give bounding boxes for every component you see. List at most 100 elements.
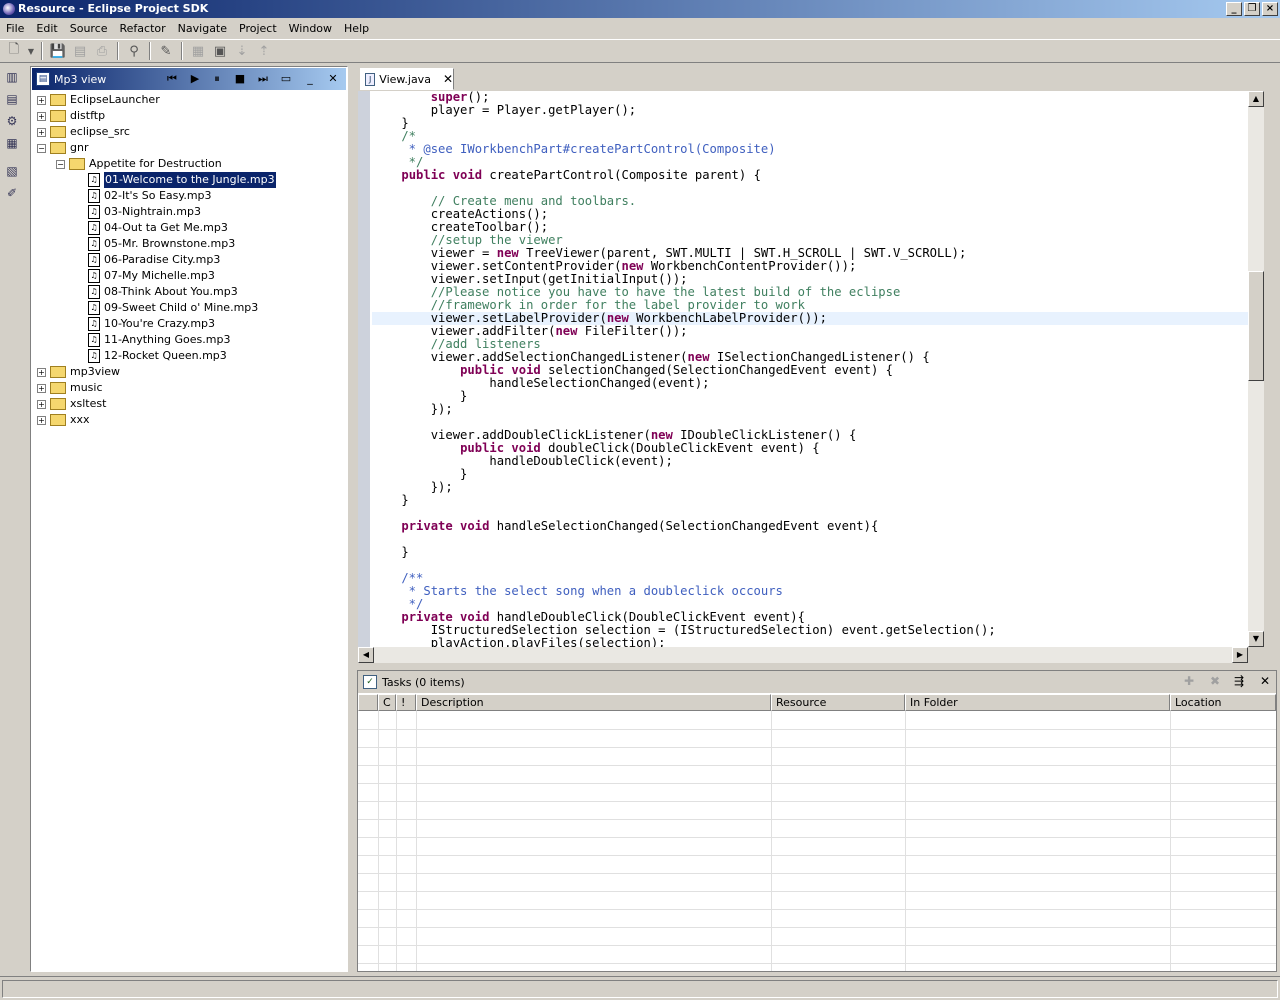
editor-horizontal-scrollbar[interactable]: ◀ ▶ [358,647,1248,663]
search-icon[interactable]: ⚲ [124,41,144,61]
tree-file-item[interactable]: ♫ 09-Sweet Child o' Mine.mp3 [88,300,258,316]
editor-vertical-scrollbar[interactable]: ▲ ▼ [1248,91,1264,647]
tree-folder-item[interactable]: + eclipse_src [37,124,130,140]
code-line: playAction.playFiles(selection); [372,636,666,648]
tasks-view: ✓ Tasks (0 items) ✚ ✖ ⇶ ✕ C ! Descriptio… [357,670,1277,972]
java-perspective-icon[interactable]: ▦ [3,134,21,152]
open-perspective-icon[interactable]: ▥ [3,68,21,86]
column-header-in-folder[interactable]: In Folder [905,694,1170,711]
menu-window[interactable]: Window [283,19,338,38]
tree-item-label: eclipse_src [70,125,130,138]
tree-folder-item[interactable]: − Appetite for Destruction [56,156,222,172]
add-task-icon[interactable]: ✚ [1184,674,1194,688]
play-icon[interactable]: ▶ [187,71,203,87]
tree-item-label: 05-Mr. Brownstone.mp3 [104,237,236,250]
tree-file-item[interactable]: ♫ 03-Nightrain.mp3 [88,204,201,220]
close-tab-icon[interactable]: ✕ [443,72,453,86]
tree-file-item[interactable]: ♫ 04-Out ta Get Me.mp3 [88,220,228,236]
scroll-thumb[interactable] [1248,271,1264,381]
close-tasks-icon[interactable]: ✕ [1260,674,1270,688]
print-icon[interactable]: ⎙ [92,41,112,61]
scroll-right-icon[interactable]: ▶ [1232,647,1248,663]
column-header-resource[interactable]: Resource [771,694,905,711]
open-type-icon[interactable]: ▣ [210,41,230,61]
previous-annotation-icon[interactable]: ⇡ [254,41,274,61]
grid-row-line [358,873,1276,874]
tree-file-item[interactable]: ♫ 01-Welcome to the Jungle.mp3 [88,171,277,189]
new-wizard-icon[interactable]: 🗋 [4,41,24,61]
scroll-left-icon[interactable]: ◀ [358,647,374,663]
expand-icon[interactable]: + [37,399,46,409]
menu-source[interactable]: Source [64,19,114,38]
menu-navigate[interactable]: Navigate [172,19,233,38]
tree-folder-item[interactable]: + mp3view [37,364,120,380]
menu-refactor[interactable]: Refactor [114,19,172,38]
close-button[interactable]: × [1262,2,1278,16]
save-icon[interactable]: 💾 [48,41,68,61]
tree-file-item[interactable]: ♫ 02-It's So Easy.mp3 [88,188,212,204]
expand-icon[interactable]: + [37,415,46,425]
tree-folder-item[interactable]: + xxx [37,412,90,428]
brush-icon[interactable]: ✐ [3,184,21,202]
build-icon[interactable]: ▦ [188,41,208,61]
expand-icon[interactable]: + [37,95,46,105]
expand-icon[interactable]: + [37,111,46,121]
tree-folder-item[interactable]: + xsltest [37,396,106,412]
tree-item-label: 10-You're Crazy.mp3 [104,317,216,330]
collapse-icon[interactable]: − [37,143,46,153]
menu-edit[interactable]: Edit [30,19,63,38]
next-annotation-icon[interactable]: ⇣ [232,41,252,61]
filter-icon[interactable]: ⇶ [1234,674,1244,688]
maximize-button[interactable]: ❐ [1244,2,1260,16]
scroll-down-icon[interactable]: ▼ [1248,631,1264,647]
code-line: }); [372,480,453,494]
tree-file-item[interactable]: ♫ 10-You're Crazy.mp3 [88,316,215,332]
menu-help[interactable]: Help [338,19,375,38]
mp3-file-icon: ♫ [88,221,100,235]
delete-task-icon[interactable]: ✖ [1210,674,1220,688]
menu-project[interactable]: Project [233,19,283,38]
editor-ruler [358,91,370,647]
collapse-icon[interactable]: − [56,159,65,169]
code-editor[interactable]: super(); player = Player.getPlayer(); } … [358,91,1248,647]
minimize-view-icon[interactable]: _ [302,71,318,87]
previous-track-icon[interactable]: ⏮ [164,71,180,87]
pen-icon[interactable]: ✎ [156,41,176,61]
pause-icon[interactable]: ⏸ [209,71,225,87]
tree-file-item[interactable]: ♫ 11-Anything Goes.mp3 [88,332,230,348]
tree-file-item[interactable]: ♫ 07-My Michelle.mp3 [88,268,215,284]
debug-perspective-icon[interactable]: ⚙ [3,112,21,130]
save-all-icon[interactable]: ▤ [70,41,90,61]
menu-file[interactable]: File [0,19,30,38]
mp3-view-shortcut-icon[interactable]: ▧ [3,162,21,180]
tree-folder-item[interactable]: + distftp [37,108,105,124]
scroll-up-icon[interactable]: ▲ [1248,91,1264,107]
minimize-button[interactable]: _ [1226,2,1242,16]
column-header-description[interactable]: Description [416,694,771,711]
tab-view-java[interactable]: J View.java ✕ [360,68,454,90]
tree-folder-item[interactable]: + EclipseLauncher [37,92,160,108]
tree-file-item[interactable]: ♫ 05-Mr. Brownstone.mp3 [88,236,235,252]
column-header-completed[interactable]: C [378,694,396,711]
resource-perspective-icon[interactable]: ▤ [3,90,21,108]
tree-folder-item[interactable]: + music [37,380,103,396]
column-header-blank[interactable] [358,694,378,711]
dropdown-arrow-icon[interactable]: ▼ [26,41,36,61]
tree-file-item[interactable]: ♫ 06-Paradise City.mp3 [88,252,220,268]
column-header-location[interactable]: Location [1170,694,1276,711]
close-view-icon[interactable]: ✕ [325,71,341,87]
tree-item-label: 06-Paradise City.mp3 [104,253,221,266]
next-track-icon[interactable]: ⏭ [255,71,271,87]
stop-icon[interactable]: ■ [232,71,248,87]
view-menu-icon[interactable]: ▭ [278,71,294,87]
expand-icon[interactable]: + [37,367,46,377]
grid-column-line [1170,711,1171,971]
tree-folder-item[interactable]: − gnr [37,140,88,156]
tree-file-item[interactable]: ♫ 12-Rocket Queen.mp3 [88,348,227,364]
tree-file-item[interactable]: ♫ 08-Think About You.mp3 [88,284,238,300]
expand-icon[interactable]: + [37,383,46,393]
grid-row-line [358,765,1276,766]
mp3-view-title: Mp3 view [54,72,107,86]
column-header-priority[interactable]: ! [396,694,416,711]
expand-icon[interactable]: + [37,127,46,137]
